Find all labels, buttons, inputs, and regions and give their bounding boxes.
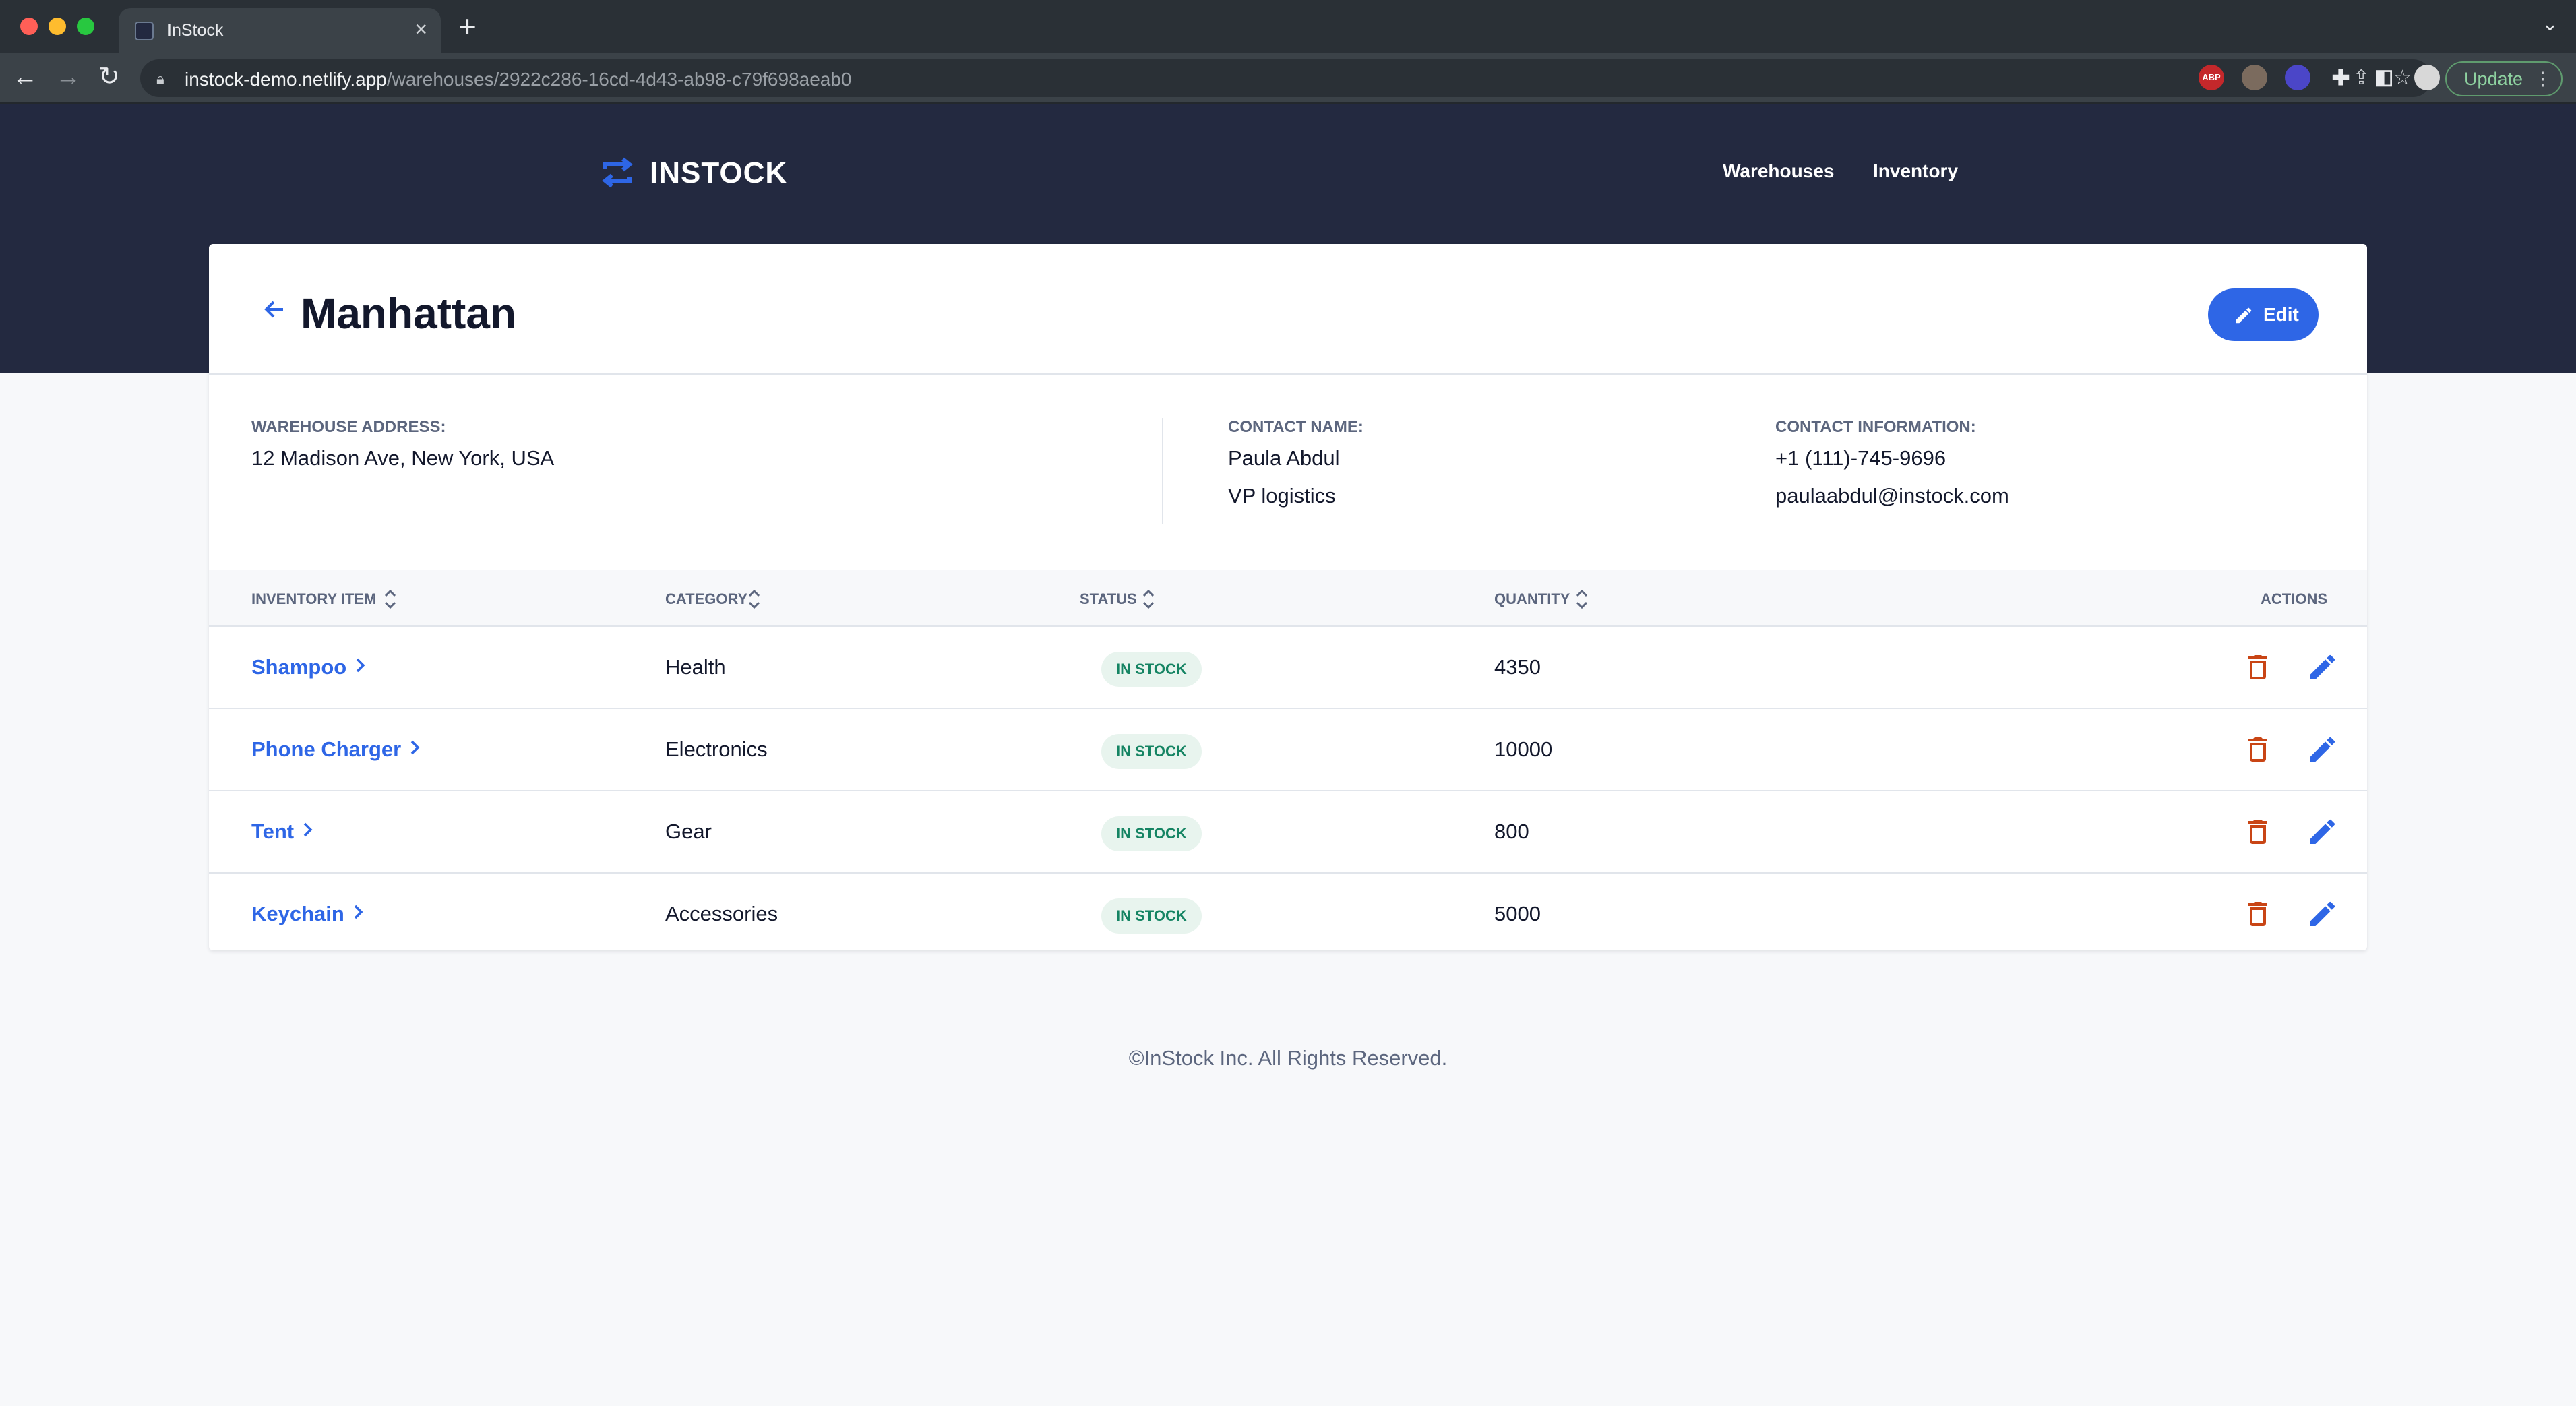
browser-tab[interactable]: InStock ×	[119, 8, 441, 53]
inventory-item-link[interactable]: Keychain	[251, 902, 365, 926]
warehouse-details: WAREHOUSE ADDRESS: 12 Madison Ave, New Y…	[209, 375, 2367, 570]
adblock-extension-icon[interactable]: ABP	[2199, 65, 2224, 90]
logo-swap-icon	[602, 157, 633, 188]
reload-icon[interactable]: ↻	[98, 62, 120, 92]
side-panel-icon[interactable]: ◧	[2371, 65, 2397, 90]
contact-name-label: CONTACT NAME:	[1228, 418, 1363, 436]
item-name: Shampoo	[251, 655, 347, 679]
edit-pencil-icon[interactable]	[2306, 816, 2339, 848]
forward-icon[interactable]: →	[55, 62, 81, 92]
header-quantity-label: QUANTITY	[1494, 590, 1570, 607]
nav-warehouses[interactable]: Warehouses	[1723, 160, 1834, 182]
status-badge: IN STOCK	[1101, 898, 1202, 934]
page-footer: ©InStock Inc. All Rights Reserved.	[1128, 1046, 1448, 1070]
tab-search-chevron-icon[interactable]: ⌄	[2542, 12, 2558, 36]
inventory-item-link[interactable]: Tent	[251, 820, 314, 844]
chevron-right-icon	[302, 820, 314, 844]
edit-label: Edit	[2263, 304, 2299, 325]
inventory-item-link[interactable]: Shampoo	[251, 655, 367, 679]
item-category: Gear	[665, 820, 712, 843]
contact-phone-value: +1 (111)-745-9696	[1775, 446, 1946, 470]
item-category: Electronics	[665, 737, 768, 761]
share-icon[interactable]: ⇪	[2353, 67, 2370, 89]
edit-pencil-icon[interactable]	[2306, 651, 2339, 683]
chevron-right-icon	[352, 902, 365, 926]
extension-icon[interactable]	[2242, 65, 2267, 90]
tab-title: InStock	[167, 21, 224, 40]
update-label: Update	[2464, 69, 2523, 89]
sort-icon[interactable]	[382, 585, 398, 613]
contact-position-value: VP logistics	[1228, 484, 1336, 508]
chevron-right-icon	[355, 655, 367, 679]
favicon-icon	[135, 22, 154, 40]
nav-inventory[interactable]: Inventory	[1873, 160, 1958, 182]
header-status[interactable]: STATUS	[1080, 589, 1155, 609]
edit-pencil-icon[interactable]	[2306, 733, 2339, 766]
sort-icon[interactable]	[1140, 585, 1157, 613]
header-actions: ACTIONS	[2261, 590, 2327, 607]
update-browser-button[interactable]: Update ⋮	[2445, 61, 2563, 96]
item-quantity: 5000	[1494, 902, 1541, 925]
contact-email-value: paulaabdul@instock.com	[1775, 484, 2009, 508]
header-status-label: STATUS	[1080, 590, 1137, 607]
header-inventory-item[interactable]: INVENTORY ITEM	[251, 589, 396, 609]
item-quantity: 10000	[1494, 737, 1553, 761]
sort-icon[interactable]	[1574, 585, 1590, 613]
edit-warehouse-button[interactable]: Edit	[2208, 288, 2319, 341]
title-row: Manhattan Edit	[209, 244, 2367, 375]
item-quantity: 800	[1494, 820, 1529, 843]
status-badge: IN STOCK	[1101, 734, 1202, 769]
delete-trash-icon[interactable]	[2242, 898, 2274, 930]
item-name: Tent	[251, 820, 295, 843]
item-name: Phone Charger	[251, 737, 402, 761]
table-row: Phone Charger Electronics IN STOCK 10000	[209, 709, 2367, 791]
item-category: Accessories	[665, 902, 778, 925]
delete-trash-icon[interactable]	[2242, 816, 2274, 848]
url-text: instock-demo.netlify.app/warehouses/2922…	[185, 69, 852, 90]
pencil-icon	[2236, 307, 2252, 324]
browser-toolbar: ← → ↻ 🔒︎ instock-demo.netlify.app/wareho…	[0, 53, 2576, 104]
back-icon[interactable]: ←	[12, 62, 38, 92]
more-menu-icon[interactable]: ⋮	[2534, 63, 2552, 95]
address-value: 12 Madison Ave, New York, USA	[251, 446, 555, 470]
maximize-window-button[interactable]	[77, 18, 94, 35]
inventory-table-header: INVENTORY ITEM CATEGORY STATUS QUANTITY …	[209, 570, 2367, 627]
sort-icon[interactable]	[746, 585, 762, 613]
address-bar[interactable]: 🔒︎ instock-demo.netlify.app/warehouses/2…	[140, 59, 2432, 97]
profile-avatar[interactable]	[2414, 65, 2440, 90]
page-title: Manhattan	[301, 289, 516, 338]
browser-tab-strip: InStock × + ⌄	[0, 0, 2576, 53]
delete-trash-icon[interactable]	[2242, 733, 2274, 766]
contact-info-label: CONTACT INFORMATION:	[1775, 418, 1976, 436]
details-divider	[1162, 418, 1163, 524]
warehouse-details-card: Manhattan Edit WAREHOUSE ADDRESS: 12 Mad…	[209, 244, 2367, 950]
table-row: Keychain Accessories IN STOCK 5000	[209, 874, 2367, 956]
extensions-puzzle-icon[interactable]: ✚	[2328, 65, 2354, 90]
header-quantity[interactable]: QUANTITY	[1494, 589, 1588, 609]
logo-text: INSTOCK	[650, 156, 788, 189]
table-row: Shampoo Health IN STOCK 4350	[209, 627, 2367, 709]
status-badge: IN STOCK	[1101, 652, 1202, 687]
back-arrow-icon[interactable]	[262, 297, 287, 322]
status-badge: IN STOCK	[1101, 816, 1202, 851]
inventory-item-link[interactable]: Phone Charger	[251, 737, 421, 762]
contact-name-value: Paula Abdul	[1228, 446, 1340, 470]
header-item-label: INVENTORY ITEM	[251, 590, 377, 607]
item-quantity: 4350	[1494, 655, 1541, 679]
table-row: Tent Gear IN STOCK 800	[209, 791, 2367, 874]
extension-icon[interactable]	[2285, 65, 2310, 90]
close-window-button[interactable]	[20, 18, 38, 35]
new-tab-icon[interactable]: +	[458, 11, 477, 42]
header-category[interactable]: CATEGORY	[665, 589, 760, 609]
delete-trash-icon[interactable]	[2242, 651, 2274, 683]
address-label: WAREHOUSE ADDRESS:	[251, 418, 446, 436]
item-category: Health	[665, 655, 726, 679]
chevron-right-icon	[409, 737, 421, 762]
header-category-label: CATEGORY	[665, 590, 748, 607]
lock-icon: 🔒︎	[156, 70, 164, 87]
tab-close-icon[interactable]: ×	[415, 17, 427, 41]
minimize-window-button[interactable]	[49, 18, 66, 35]
edit-pencil-icon[interactable]	[2306, 898, 2339, 930]
item-name: Keychain	[251, 902, 344, 925]
